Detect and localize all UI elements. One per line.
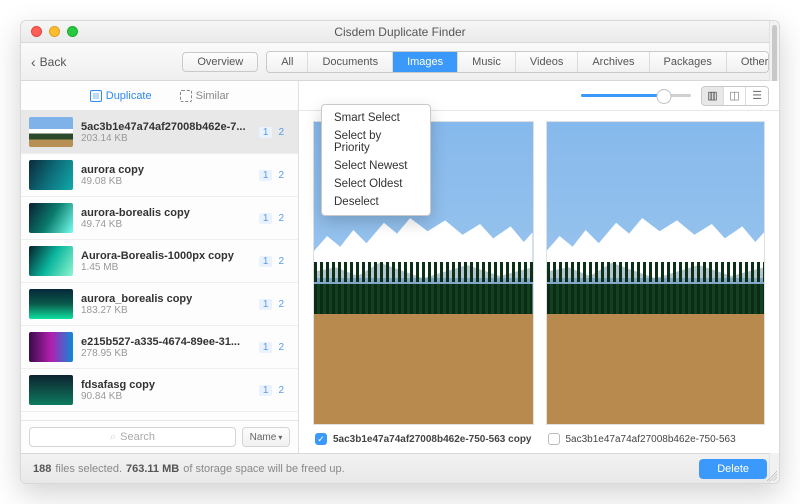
similar-tab[interactable]: Similar <box>180 90 230 102</box>
chevron-left-icon: ‹ <box>31 54 36 70</box>
file-size: 49.74 KB <box>81 219 251 230</box>
back-label: Back <box>40 55 67 69</box>
search-input[interactable]: ⌕ Search <box>29 427 236 447</box>
preview-card: 5ac3b1e47a74af27008b462e-750-563 <box>546 121 766 447</box>
thumbnail <box>29 203 73 233</box>
preview-image[interactable] <box>546 121 766 425</box>
file-size: 183.27 KB <box>81 305 251 316</box>
file-name: e215b527-a335-4674-89ee-31... <box>81 336 251 348</box>
thumbnail <box>29 117 73 147</box>
menu-item[interactable]: Smart Select <box>322 109 430 127</box>
dup-counts: 12 <box>259 342 290 353</box>
menu-item[interactable]: Select Newest <box>322 157 430 175</box>
resize-handle[interactable] <box>767 471 777 481</box>
thumbnail <box>29 332 73 362</box>
overview-button[interactable]: Overview <box>182 52 258 72</box>
dup-counts: 12 <box>259 299 290 310</box>
file-size: 203.14 KB <box>81 133 251 144</box>
preview-file-name: 5ac3b1e47a74af27008b462e-750-563 <box>566 434 736 445</box>
sidebar-mode-switch: Duplicate Similar <box>21 81 298 111</box>
app-window: Cisdem Duplicate Finder ‹ Back Overview … <box>20 20 780 484</box>
thumbnail <box>29 375 73 405</box>
dup-counts: 12 <box>259 127 290 138</box>
file-name: fdsafasg copy <box>81 379 251 391</box>
tab-archives[interactable]: Archives <box>578 52 649 72</box>
list-item[interactable]: Aurora-Borealis-1000px copy1.45 MB 12 <box>21 240 298 283</box>
zoom-slider[interactable] <box>581 94 691 97</box>
sidebar-footer: ⌕ Search Name ▾ <box>21 420 298 453</box>
delete-button[interactable]: Delete <box>699 459 767 479</box>
view-mode-segment: ▥ ◫ ☰ <box>701 86 769 106</box>
select-menu: Smart SelectSelect by PrioritySelect New… <box>321 104 431 216</box>
dup-counts: 12 <box>259 170 290 181</box>
back-button[interactable]: ‹ Back <box>31 54 66 70</box>
sidebar: Duplicate Similar 5ac3b1e47a74af27008b46… <box>21 81 299 453</box>
view-grid-icon[interactable]: ▥ <box>702 87 724 105</box>
file-name: aurora copy <box>81 164 251 176</box>
toolbar: ‹ Back Overview AllDocumentsImagesMusicV… <box>21 43 779 81</box>
thumbnail <box>29 289 73 319</box>
tab-documents[interactable]: Documents <box>308 52 393 72</box>
thumbnail <box>29 160 73 190</box>
tab-others[interactable]: Others <box>727 52 769 72</box>
list-item[interactable]: aurora-borealis copy49.74 KB 12 <box>21 197 298 240</box>
status-bar: 188 files selected. 763.11 MB of storage… <box>21 453 779 483</box>
view-split-icon[interactable]: ◫ <box>724 87 746 105</box>
selected-count: 188 <box>33 463 51 475</box>
file-name: 5ac3b1e47a74af27008b462e-7... <box>81 121 251 133</box>
tab-videos[interactable]: Videos <box>516 52 578 72</box>
sort-button[interactable]: Name ▾ <box>242 427 290 447</box>
file-size: 278.95 KB <box>81 348 251 359</box>
select-checkbox[interactable]: ✓ <box>315 433 327 445</box>
dup-counts: 12 <box>259 385 290 396</box>
window-title: Cisdem Duplicate Finder <box>21 25 779 39</box>
dup-counts: 12 <box>259 256 290 267</box>
list-item[interactable]: aurora_borealis copy183.27 KB 12 <box>21 283 298 326</box>
menu-item[interactable]: Select by Priority <box>322 127 430 157</box>
view-list-icon[interactable]: ☰ <box>746 87 768 105</box>
list-item[interactable]: fdsafasg copy90.84 KB 12 <box>21 369 298 412</box>
thumbnail <box>29 246 73 276</box>
freed-size: 763.11 MB <box>126 463 179 475</box>
menu-item[interactable]: Select Oldest <box>322 175 430 193</box>
chevron-updown-icon: ▾ <box>278 433 282 442</box>
list-item[interactable]: 5ac3b1e47a74af27008b462e-7...203.14 KB 12 <box>21 111 298 154</box>
file-name: aurora-borealis copy <box>81 207 251 219</box>
dup-counts: 12 <box>259 213 290 224</box>
tab-music[interactable]: Music <box>458 52 516 72</box>
file-size: 1.45 MB <box>81 262 251 273</box>
duplicate-icon <box>90 90 102 102</box>
file-name: aurora_borealis copy <box>81 293 251 305</box>
similar-icon <box>180 90 192 102</box>
menu-item[interactable]: Deselect <box>322 193 430 211</box>
file-name: Aurora-Borealis-1000px copy <box>81 250 251 262</box>
titlebar: Cisdem Duplicate Finder <box>21 21 779 43</box>
file-size: 49.08 KB <box>81 176 251 187</box>
file-size: 90.84 KB <box>81 391 251 402</box>
select-checkbox[interactable] <box>548 433 560 445</box>
list-item[interactable]: e215b527-a335-4674-89ee-31...278.95 KB 12 <box>21 326 298 369</box>
category-tabs: AllDocumentsImagesMusicVideosArchivesPac… <box>266 51 769 73</box>
tab-all[interactable]: All <box>267 52 308 72</box>
duplicate-tab[interactable]: Duplicate <box>90 90 152 102</box>
duplicate-list[interactable]: 5ac3b1e47a74af27008b462e-7...203.14 KB 12… <box>21 111 298 420</box>
list-item[interactable]: aurora copy49.08 KB 12 <box>21 154 298 197</box>
search-icon: ⌕ <box>110 431 116 444</box>
preview-file-name: 5ac3b1e47a74af27008b462e-750-563 copy <box>333 434 532 445</box>
tab-packages[interactable]: Packages <box>650 52 727 72</box>
tab-images[interactable]: Images <box>393 52 458 72</box>
